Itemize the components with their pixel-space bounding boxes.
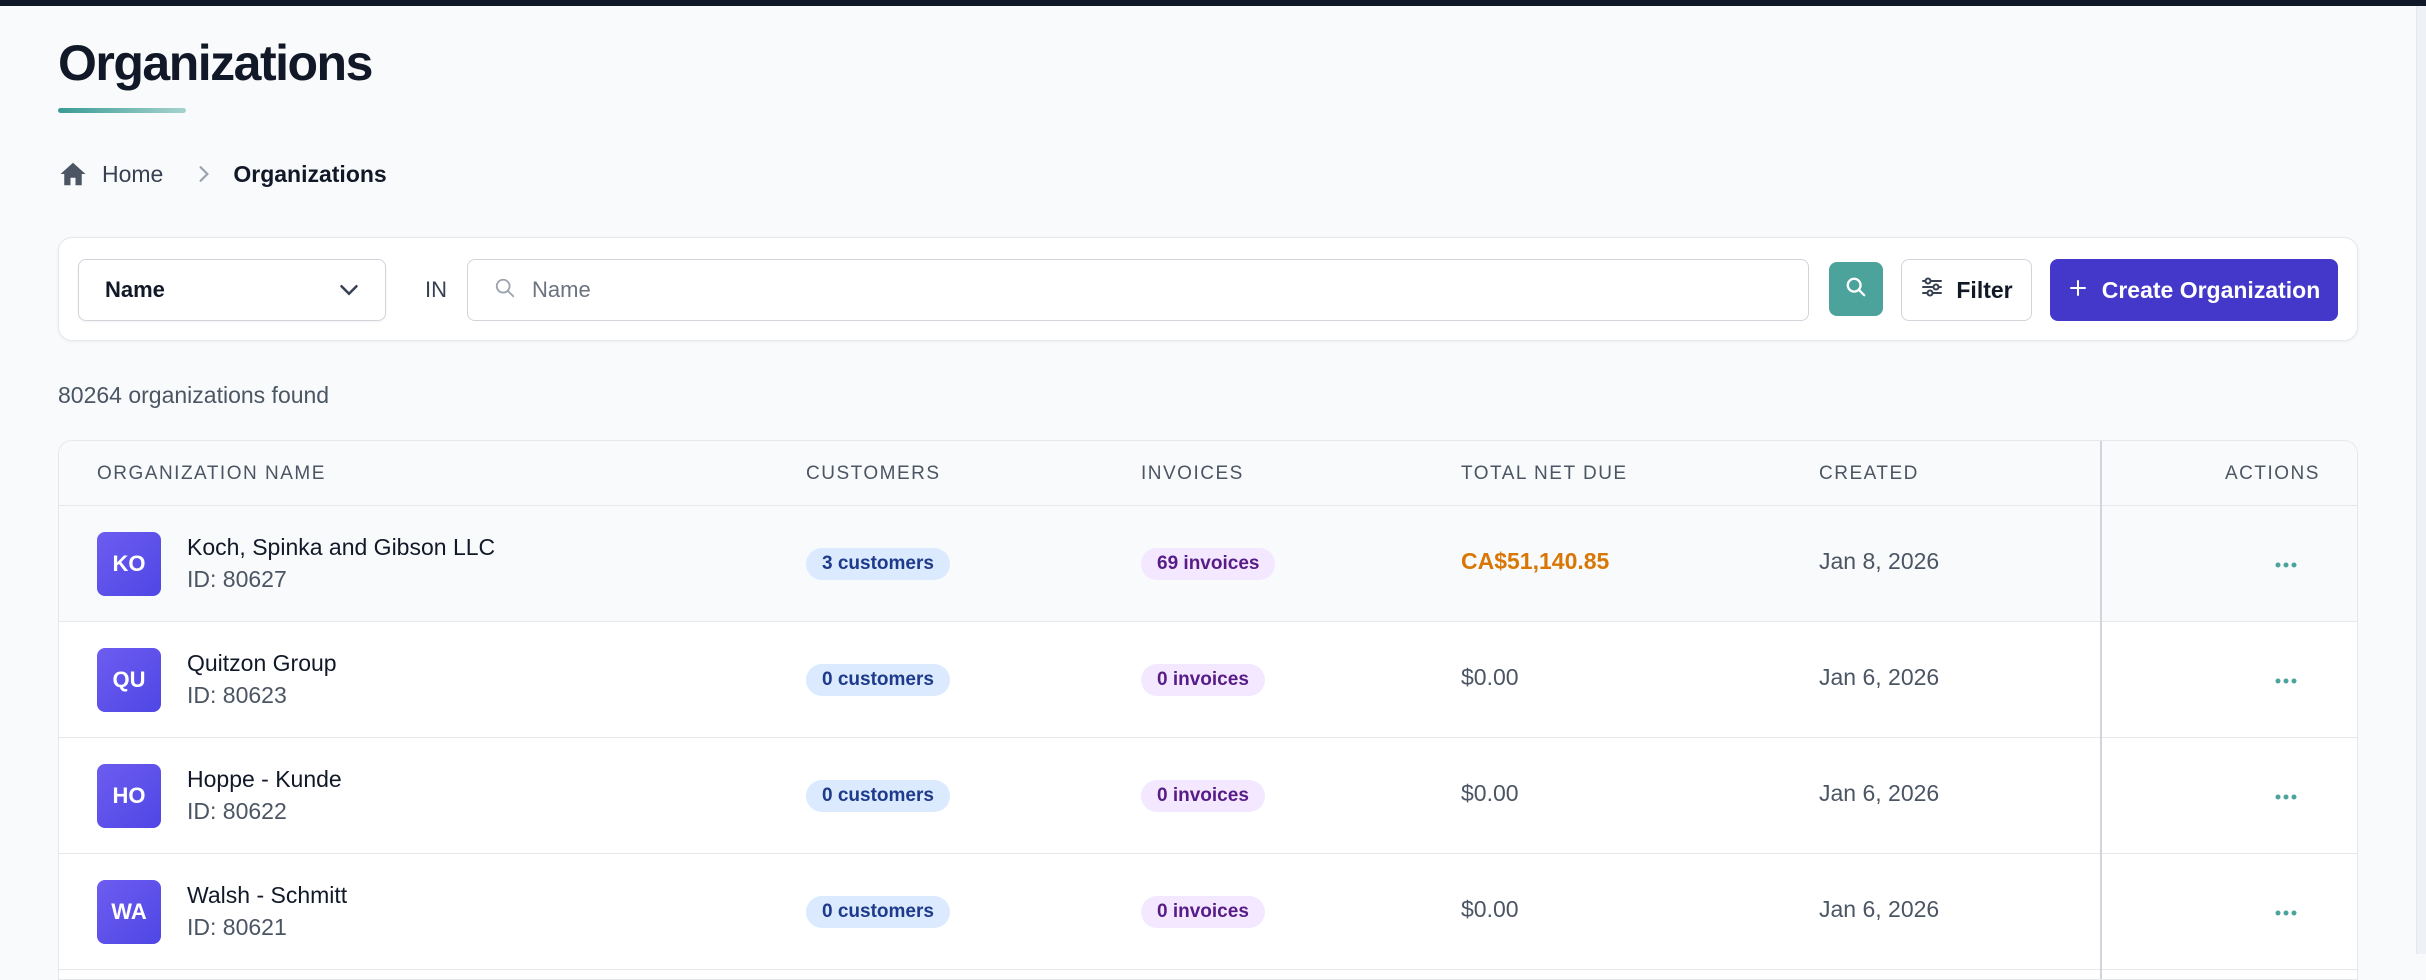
results-count: 80264 organizations found bbox=[58, 382, 330, 408]
avatar: WA bbox=[97, 880, 161, 944]
more-horizontal-icon bbox=[2275, 788, 2297, 806]
avatar: HO bbox=[97, 764, 161, 828]
table-header: ORGANIZATION NAME CUSTOMERS INVOICES TOT… bbox=[59, 441, 2357, 506]
row-actions-button[interactable] bbox=[2269, 548, 2303, 582]
created-date: Jan 6, 2026 bbox=[1819, 780, 1940, 806]
row-actions-button[interactable] bbox=[2269, 664, 2303, 698]
more-horizontal-icon bbox=[2275, 904, 2297, 922]
column-header-actions: ACTIONS bbox=[2225, 462, 2320, 484]
search-icon bbox=[494, 277, 516, 304]
organizations-table: ORGANIZATION NAME CUSTOMERS INVOICES TOT… bbox=[58, 440, 2358, 980]
more-horizontal-icon bbox=[2275, 556, 2297, 574]
breadcrumb: Home Organizations bbox=[58, 156, 387, 192]
table-row[interactable]: HO Hoppe - Kunde ID: 80622 0 customers 0… bbox=[59, 738, 2357, 854]
column-header-created[interactable]: CREATED bbox=[1819, 441, 1919, 506]
invoices-badge: 0 invoices bbox=[1141, 896, 1265, 928]
chevron-down-icon bbox=[339, 277, 359, 303]
actions-column-divider bbox=[2100, 441, 2102, 979]
organization-name[interactable]: Koch, Spinka and Gibson LLC bbox=[187, 534, 495, 561]
row-actions-button[interactable] bbox=[2269, 896, 2303, 930]
total-net-due: $0.00 bbox=[1461, 664, 1519, 690]
organization-name[interactable]: Walsh - Schmitt bbox=[187, 882, 347, 909]
created-date: Jan 6, 2026 bbox=[1819, 896, 1940, 922]
page-title: Organizations bbox=[58, 35, 373, 91]
filter-label: Filter bbox=[1956, 276, 2013, 303]
invoices-badge: 69 invoices bbox=[1141, 548, 1276, 580]
search-field-select-value: Name bbox=[105, 277, 165, 302]
row-actions-button[interactable] bbox=[2269, 780, 2303, 814]
search-input-wrapper bbox=[467, 259, 1809, 321]
filter-button[interactable]: Filter bbox=[1901, 259, 2032, 321]
organization-id: ID: 80621 bbox=[187, 914, 287, 940]
column-header-name[interactable]: ORGANIZATION NAME bbox=[97, 441, 326, 506]
create-organization-label: Create Organization bbox=[2101, 276, 2321, 303]
scrollbar[interactable] bbox=[2416, 6, 2426, 954]
invoices-badge: 0 invoices bbox=[1141, 664, 1265, 696]
search-toolbar: Name IN Name Filter Create Organization bbox=[58, 237, 2358, 341]
column-header-net-due[interactable]: TOTAL NET DUE bbox=[1461, 441, 1628, 506]
table-row[interactable]: WA Walsh - Schmitt ID: 80621 0 customers… bbox=[59, 854, 2357, 970]
table-row[interactable]: QU Quitzon Group ID: 80623 0 customers 0… bbox=[59, 622, 2357, 738]
create-organization-button[interactable]: Create Organization bbox=[2050, 259, 2338, 321]
home-icon[interactable] bbox=[58, 159, 88, 189]
operator-label: IN bbox=[425, 277, 447, 302]
avatar: QU bbox=[97, 648, 161, 712]
organization-id: ID: 80623 bbox=[187, 682, 287, 708]
title-underline bbox=[58, 108, 186, 113]
customers-badge: 0 customers bbox=[806, 664, 950, 696]
search-input[interactable] bbox=[532, 277, 1732, 303]
invoices-badge: 0 invoices bbox=[1141, 780, 1265, 812]
created-date: Jan 6, 2026 bbox=[1819, 664, 1940, 690]
column-header-invoices[interactable]: INVOICES bbox=[1141, 441, 1244, 506]
total-net-due: $0.00 bbox=[1461, 896, 1519, 922]
organization-name[interactable]: Hoppe - Kunde bbox=[187, 766, 342, 793]
organization-id: ID: 80627 bbox=[187, 566, 287, 592]
avatar: KO bbox=[97, 532, 161, 596]
breadcrumb-current: Organizations bbox=[233, 160, 387, 187]
plus-icon bbox=[2068, 277, 2088, 304]
search-button[interactable] bbox=[1829, 262, 1883, 316]
more-horizontal-icon bbox=[2275, 672, 2297, 690]
chevron-right-icon bbox=[197, 165, 211, 183]
search-field-select[interactable]: Name bbox=[78, 259, 386, 321]
organization-id: ID: 80622 bbox=[187, 798, 287, 824]
organization-name[interactable]: Quitzon Group bbox=[187, 650, 337, 677]
breadcrumb-home-link[interactable]: Home bbox=[102, 161, 163, 188]
table-row[interactable]: KO Koch, Spinka and Gibson LLC ID: 80627… bbox=[59, 506, 2357, 622]
created-date: Jan 8, 2026 bbox=[1819, 548, 1940, 574]
search-icon bbox=[1845, 276, 1867, 303]
total-net-due: $0.00 bbox=[1461, 780, 1519, 806]
customers-badge: 0 customers bbox=[806, 780, 950, 812]
top-app-bar bbox=[0, 0, 2426, 6]
customers-badge: 3 customers bbox=[806, 548, 950, 580]
customers-badge: 0 customers bbox=[806, 896, 950, 928]
total-net-due: CA$51,140.85 bbox=[1461, 548, 1610, 574]
column-header-customers[interactable]: CUSTOMERS bbox=[806, 441, 941, 506]
filter-icon bbox=[1920, 275, 1944, 305]
